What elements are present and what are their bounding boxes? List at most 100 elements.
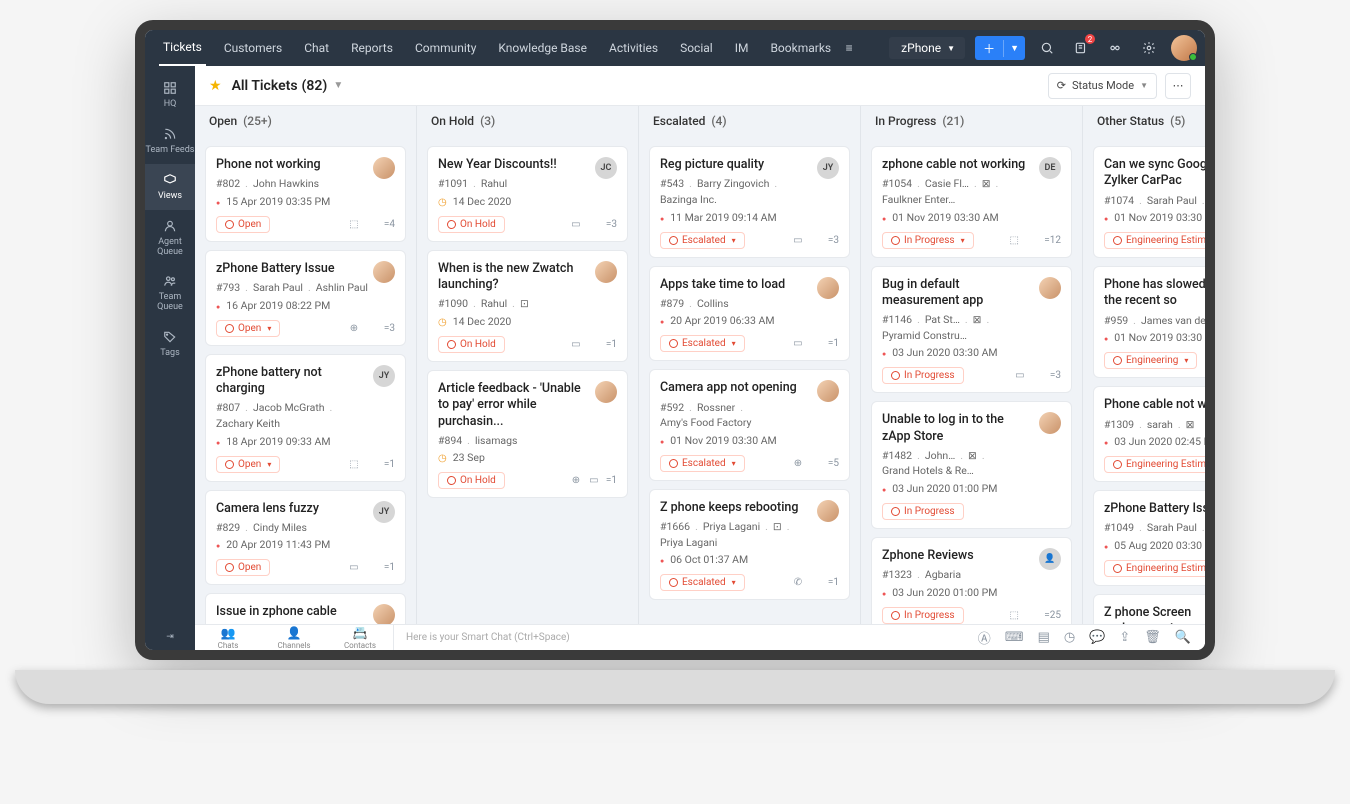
ticket-card[interactable]: Phone not working#802.John Hawkins15 Apr… xyxy=(205,146,406,242)
ticket-title: Article feedback - 'Unable to pay' error… xyxy=(438,381,617,430)
sidebar-item-agent-queue[interactable]: Agent Queue xyxy=(145,210,195,266)
card-footer-icons: ✆=1 xyxy=(792,577,839,589)
ticket-meta: #592.Rossner.Amy's Food Factory xyxy=(660,401,839,430)
template-icon[interactable]: ▤ xyxy=(1038,630,1050,645)
status-pill[interactable]: Open xyxy=(216,320,280,337)
column-count: (3) xyxy=(480,114,495,128)
nav-tab-community[interactable]: Community xyxy=(411,30,480,66)
nav-tab-im[interactable]: IM xyxy=(731,30,753,66)
ticket-card[interactable]: JCNew Year Discounts!!#1091.Rahul14 Dec … xyxy=(427,146,628,242)
ticket-card[interactable]: zPhone Battery Issue#793.Sarah Paul.Ashl… xyxy=(205,250,406,346)
status-pill[interactable]: In Progress xyxy=(882,367,964,384)
user-avatar[interactable] xyxy=(1171,35,1197,61)
ticket-card[interactable]: Apps take time to load#879.Collins20 Apr… xyxy=(649,266,850,362)
ticket-card[interactable]: Unable to log in to the zApp Store#1482.… xyxy=(871,401,1072,529)
star-icon[interactable]: ★ xyxy=(209,78,222,94)
nav-tab-bookmarks[interactable]: Bookmarks xyxy=(766,30,835,66)
gamification-icon[interactable] xyxy=(1103,36,1127,60)
nav-tab-social[interactable]: Social xyxy=(676,30,717,66)
nav-tab-activities[interactable]: Activities xyxy=(605,30,662,66)
search-icon[interactable] xyxy=(1035,36,1059,60)
bottom-tab-chats[interactable]: 👥Chats xyxy=(195,626,261,650)
ticket-card[interactable]: Can we sync Goog… with Zylker CarPac#107… xyxy=(1093,146,1205,258)
column-other-status: Other Status(5)Can we sync Goog… with Zy… xyxy=(1083,106,1205,624)
sidebar-item-hq[interactable]: HQ xyxy=(145,72,195,118)
ticket-card[interactable]: DEzphone cable not working#1054.Casie Fl… xyxy=(871,146,1072,258)
ticket-card[interactable]: JYCamera lens fuzzy#829.Cindy Miles20 Ap… xyxy=(205,490,406,586)
export-icon[interactable]: ⇪ xyxy=(1119,630,1130,645)
brand-selector[interactable]: zPhone ▼ xyxy=(889,37,965,59)
ticket-card[interactable]: Issue in zphone cable#1053.Casie Fl….⊠.F… xyxy=(205,593,406,624)
ticket-card[interactable]: JYReg picture quality#543.Barry Zingovic… xyxy=(649,146,850,258)
more-button[interactable]: ⋯ xyxy=(1165,73,1191,99)
status-mode-button[interactable]: ⟳ Status Mode ▼ xyxy=(1048,73,1157,99)
ticket-time: 01 Nov 2019 03:30 AM xyxy=(882,211,1061,224)
sidebar-item-label: Agent Queue xyxy=(145,238,195,258)
status-pill[interactable]: In Progress xyxy=(882,607,964,624)
bottom-tab-contacts[interactable]: 📇Contacts xyxy=(327,626,393,650)
gear-icon[interactable] xyxy=(1137,36,1161,60)
status-pill[interactable]: Engineering xyxy=(1104,352,1197,369)
status-pill[interactable]: In Progress xyxy=(882,232,974,249)
sidebar-item-tags[interactable]: Tags xyxy=(145,321,195,367)
ticket-card[interactable]: JYzPhone battery not charging#807.Jacob … xyxy=(205,354,406,482)
notification-icon[interactable]: 2 xyxy=(1069,36,1093,60)
ticket-card[interactable]: 👤Zphone Reviews#1323.Agbaria03 Jun 2020 … xyxy=(871,537,1072,624)
ticket-time: 03 Jun 2020 02:45 P xyxy=(1104,435,1205,448)
chat-icon[interactable]: 💬 xyxy=(1089,630,1105,645)
sidebar-item-team-feeds[interactable]: Team Feeds xyxy=(145,118,195,164)
ticket-card[interactable]: Camera app not opening#592.Rossner.Amy's… xyxy=(649,369,850,481)
clock-icon[interactable]: ◷ xyxy=(1064,630,1075,645)
ticket-title: Unable to log in to the zApp Store xyxy=(882,412,1061,445)
status-pill[interactable]: Escalated xyxy=(660,455,745,472)
status-pill[interactable]: Open xyxy=(216,559,270,576)
card-footer-icons: ▭=3 xyxy=(792,234,839,246)
status-pill[interactable]: Engineering Estimat xyxy=(1104,232,1205,249)
nav-tab-tickets[interactable]: Tickets xyxy=(159,30,206,66)
ticket-card[interactable]: Article feedback - 'Unable to pay' error… xyxy=(427,370,628,498)
lang-icon[interactable]: Ⓐ xyxy=(978,628,991,647)
status-pill[interactable]: On Hold xyxy=(438,336,505,353)
collapse-sidebar-icon[interactable]: ⇥ xyxy=(166,632,174,642)
status-pill[interactable]: Open xyxy=(216,216,270,233)
chevron-down-icon: ▼ xyxy=(947,44,955,53)
nav-tab-knowledge-base[interactable]: Knowledge Base xyxy=(494,30,591,66)
ticket-card[interactable]: zPhone Battery Iss#1049.Sarah Paul.⊠05 A… xyxy=(1093,490,1205,586)
status-pill[interactable]: Escalated xyxy=(660,232,745,249)
eq-icon xyxy=(810,234,822,246)
card-footer-icons: ⊕▭=1 xyxy=(570,475,617,487)
status-pill[interactable]: Escalated xyxy=(660,574,745,591)
ticket-card[interactable]: Z phone keeps rebooting#1666.Priya Lagan… xyxy=(649,489,850,601)
sidebar-item-views[interactable]: Views xyxy=(145,164,195,210)
nav-tab-customers[interactable]: Customers xyxy=(220,30,286,66)
status-pill[interactable]: Open xyxy=(216,456,280,473)
trash-icon[interactable]: 🗑 xyxy=(1144,630,1161,645)
nav-tab-reports[interactable]: Reports xyxy=(347,30,397,66)
ticket-card[interactable]: When is the new Zwatch launching?#1090.R… xyxy=(427,250,628,362)
status-pill[interactable]: Engineering Estimat xyxy=(1104,456,1205,473)
overflow-tabs-icon[interactable]: ≡ xyxy=(837,36,861,60)
status-pill[interactable]: On Hold xyxy=(438,472,505,489)
status-pill[interactable]: On Hold xyxy=(438,216,505,233)
column-count: (5) xyxy=(1170,114,1185,128)
status-pill[interactable]: Engineering Estimat xyxy=(1104,560,1205,577)
search-icon[interactable]: 🔍 xyxy=(1175,630,1191,645)
ticket-card[interactable]: Phone cable not w#1309.sarah.⊠03 Jun 202… xyxy=(1093,386,1205,482)
refresh-icon: ⟳ xyxy=(1057,79,1066,92)
view-header: ★ All Tickets (82) ▼ ⟳ Status Mode ▼ ⋯ xyxy=(195,66,1205,106)
ticket-card[interactable]: Bug in default measurement app#1146.Pat … xyxy=(871,266,1072,394)
chevron-down-icon[interactable]: ▼ xyxy=(333,80,343,91)
phone-icon: ✆ xyxy=(792,577,804,589)
add-button[interactable]: ＋ ▼ xyxy=(975,36,1025,60)
status-pill[interactable]: Escalated xyxy=(660,335,745,352)
smart-chat-input[interactable]: Here is your Smart Chat (Ctrl+Space) xyxy=(393,625,964,650)
status-ring-icon xyxy=(669,459,678,468)
status-pill[interactable]: In Progress xyxy=(882,503,964,520)
sidebar-item-team-queue[interactable]: Team Queue xyxy=(145,265,195,321)
bottom-tab-channels[interactable]: 👤Channels xyxy=(261,626,327,650)
ticket-card[interactable]: Z phone Screen replacement xyxy=(1093,594,1205,624)
ticket-card[interactable]: Phone has slowed after the recent so#959… xyxy=(1093,266,1205,378)
nav-tab-chat[interactable]: Chat xyxy=(300,30,333,66)
team-icon xyxy=(162,273,178,289)
keyboard-icon[interactable]: ⌨ xyxy=(1005,630,1024,645)
